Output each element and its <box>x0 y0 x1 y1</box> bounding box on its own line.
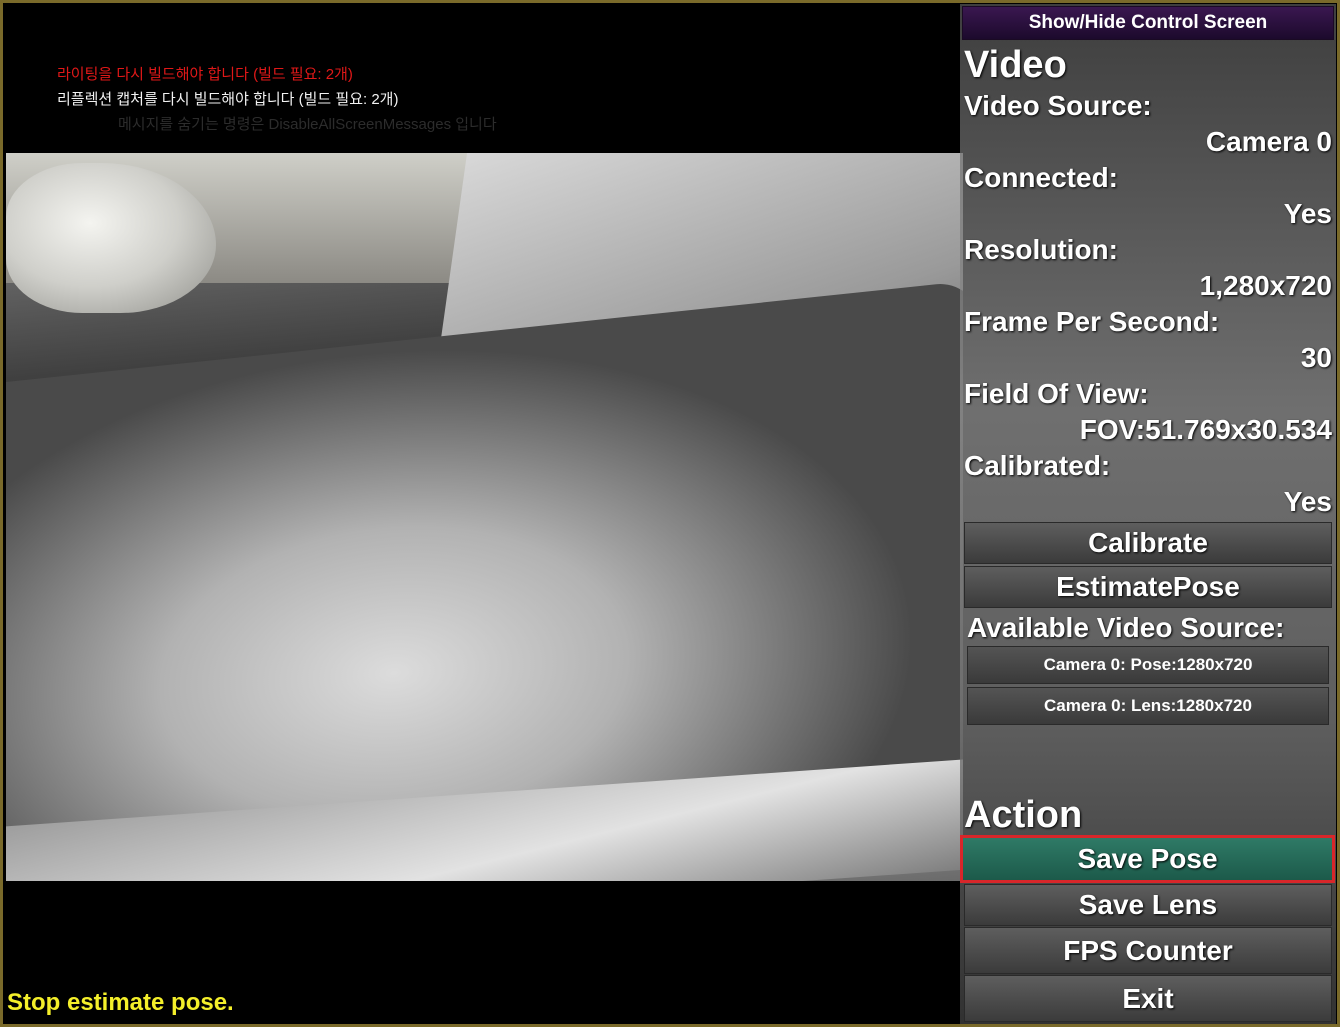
source-item-lens[interactable]: Camera 0: Lens:1280x720 <box>967 687 1329 725</box>
save-pose-button[interactable]: Save Pose <box>960 835 1335 883</box>
fov-label: Field Of View: <box>964 378 1149 409</box>
camera-feed <box>6 153 963 881</box>
source-item-pose[interactable]: Camera 0: Pose:1280x720 <box>967 646 1329 684</box>
hide-messages-hint: 메시지를 숨기는 명령은 DisableAllScreenMessages 입니… <box>118 116 497 133</box>
estimate-pose-button[interactable]: EstimatePose <box>964 566 1332 608</box>
fps-value: 30 <box>1300 342 1332 373</box>
reflection-rebuild-message: 리플렉션 캡처를 다시 빌드해야 합니다 (빌드 필요: 2개) <box>57 91 399 108</box>
calibrated-label: Calibrated: <box>964 450 1111 481</box>
video-source-label: Video Source: <box>964 90 1152 121</box>
video-section-title: Video <box>964 44 1067 86</box>
calibrate-button[interactable]: Calibrate <box>964 522 1332 564</box>
show-hide-control-button[interactable]: Show/Hide Control Screen <box>962 6 1334 40</box>
status-message: Stop estimate pose. <box>7 989 234 1016</box>
fps-label: Frame Per Second: <box>964 306 1220 337</box>
fps-counter-button[interactable]: FPS Counter <box>964 927 1332 974</box>
lighting-rebuild-message: 라이팅을 다시 빌드해야 합니다 (빌드 필요: 2개) <box>57 66 353 83</box>
exit-button[interactable]: Exit <box>964 975 1332 1022</box>
calibrated-value: Yes <box>1283 486 1332 517</box>
connected-value: Yes <box>1283 198 1332 229</box>
control-panel: Show/Hide Control Screen Video Video Sou… <box>960 4 1336 1024</box>
video-source-value: Camera 0 <box>1205 126 1332 157</box>
resolution-label: Resolution: <box>964 234 1118 265</box>
connected-label: Connected: <box>964 162 1118 193</box>
available-sources-label: Available Video Source: <box>967 612 1285 643</box>
save-lens-button[interactable]: Save Lens <box>964 884 1332 926</box>
action-section-title: Action <box>964 794 1083 836</box>
resolution-value: 1,280x720 <box>1199 270 1332 301</box>
fov-value: FOV:51.769x30.534 <box>1079 414 1332 445</box>
